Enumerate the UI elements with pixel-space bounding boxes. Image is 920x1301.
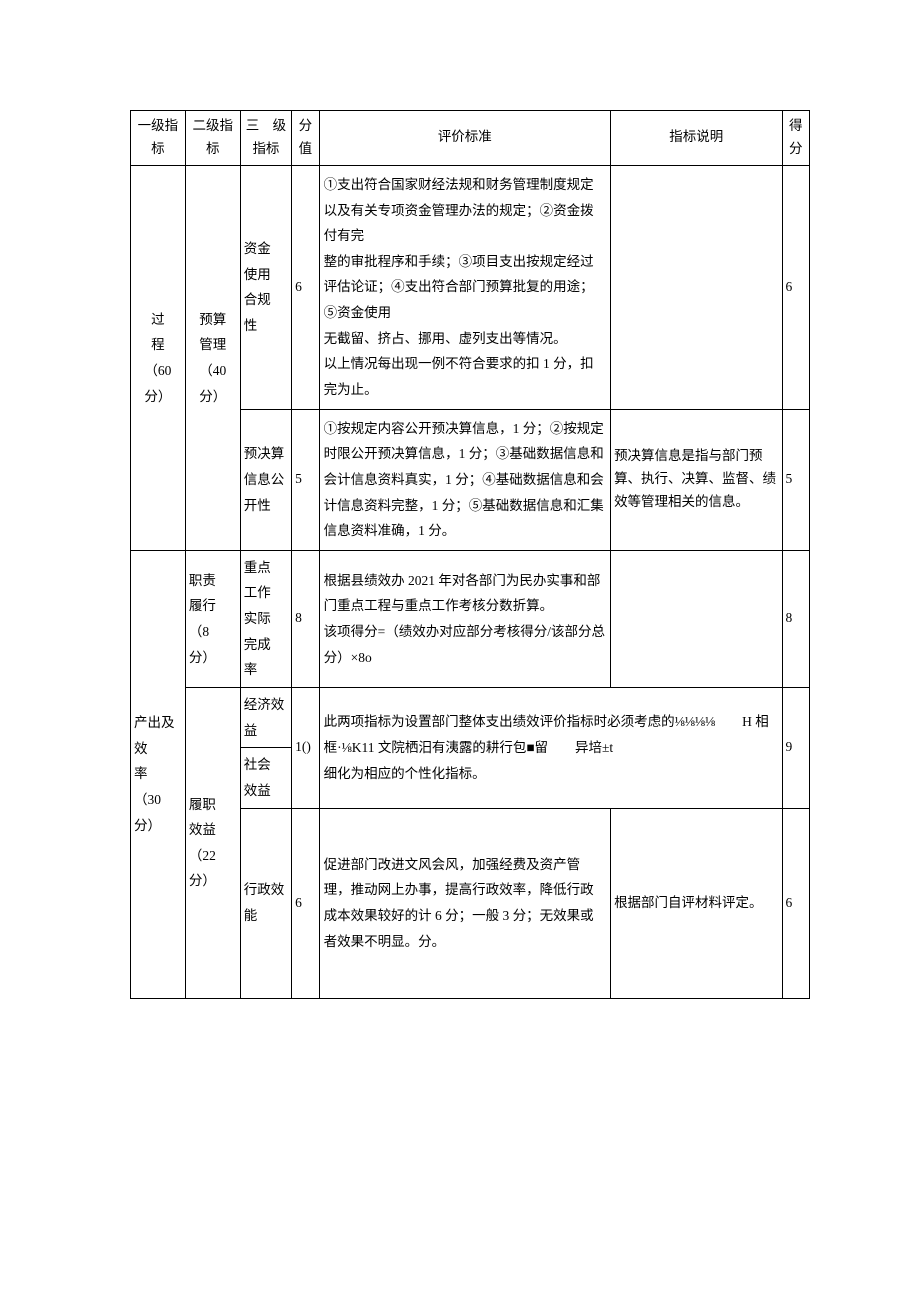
cell-desc-admin: 根据部门自评材料评定。 (611, 808, 782, 998)
cell-l2-budget-mgmt: 预算 管理 （40 分） (185, 165, 240, 550)
cell-criteria-admin: 促进部门改进文风会风，加强经费及资产管理，推动网上办事，提高行政效率，降低行政成… (319, 808, 610, 998)
table-header-row: 一级指 标 二级指 标 三 级 指标 分值 评价标准 指标说明 得 分 (131, 111, 810, 166)
cell-criteria-econ-social: 此两项指标为设置部门整体支出绩效评价指标时必须考虑的⅛⅛⅛⅛ H 相框·⅛K11… (319, 688, 782, 809)
header-level3: 三 级 指标 (240, 111, 291, 166)
cell-l3-fund-use: 资金 使用 合规 性 (240, 165, 291, 409)
header-desc: 指标说明 (611, 111, 782, 166)
cell-l2-perf-benefit: 履职 效益 （22 分） (185, 688, 240, 999)
table-row: 过 程 （60 分） 预算 管理 （40 分） 资金 使用 合规 性 6 ①支出… (131, 165, 810, 409)
cell-got-budget-info: 5 (782, 409, 809, 550)
cell-score-key-work: 8 (292, 550, 319, 687)
header-criteria: 评价标准 (319, 111, 610, 166)
header-score: 分值 (292, 111, 319, 166)
header-level1: 一级指 标 (131, 111, 186, 166)
cell-score-fund-use: 6 (292, 165, 319, 409)
cell-got-admin: 6 (782, 808, 809, 998)
cell-l1-process: 过 程 （60 分） (131, 165, 186, 550)
cell-l3-econ: 经济效 益 (240, 688, 291, 748)
cell-l3-admin: 行政效 能 (240, 808, 291, 998)
cell-l1-output: 产出及 效 率 （30 分） (131, 550, 186, 998)
cell-l3-social: 社会 效益 (240, 748, 291, 808)
evaluation-table: 一级指 标 二级指 标 三 级 指标 分值 评价标准 指标说明 得 分 过 程 … (130, 110, 810, 999)
header-got: 得 分 (782, 111, 809, 166)
cell-criteria-key-work: 根据县绩效办 2021 年对各部门为民办实事和部门重点工程与重点工作考核分数折算… (319, 550, 610, 687)
cell-l3-key-work: 重点 工作 实际 完成 率 (240, 550, 291, 687)
cell-score-econ-social: 1() (292, 688, 319, 809)
cell-got-econ-social: 9 (782, 688, 809, 809)
cell-l2-duty: 职责 履行 （8 分） (185, 550, 240, 687)
cell-l3-budget-info: 预决算 信息公 开性 (240, 409, 291, 550)
cell-score-budget-info: 5 (292, 409, 319, 550)
cell-got-key-work: 8 (782, 550, 809, 687)
cell-desc-fund-use (611, 165, 782, 409)
cell-desc-key-work (611, 550, 782, 687)
cell-score-admin: 6 (292, 808, 319, 998)
table-row: 产出及 效 率 （30 分） 职责 履行 （8 分） 重点 工作 实际 完成 率… (131, 550, 810, 687)
cell-criteria-budget-info: ①按规定内容公开预决算信息，1 分；②按规定时限公开预决算信息，1 分；③基础数… (319, 409, 610, 550)
cell-criteria-fund-use: ①支出符合国家财经法规和财务管理制度规定以及有关专项资金管理办法的规定；②资金拨… (319, 165, 610, 409)
header-level2: 二级指 标 (185, 111, 240, 166)
cell-desc-budget-info: 预决算信息是指与部门预算、执行、决算、监督、绩效等管理相关的信息。 (611, 409, 782, 550)
cell-got-fund-use: 6 (782, 165, 809, 409)
table-row: 履职 效益 （22 分） 经济效 益 1() 此两项指标为设置部门整体支出绩效评… (131, 688, 810, 748)
